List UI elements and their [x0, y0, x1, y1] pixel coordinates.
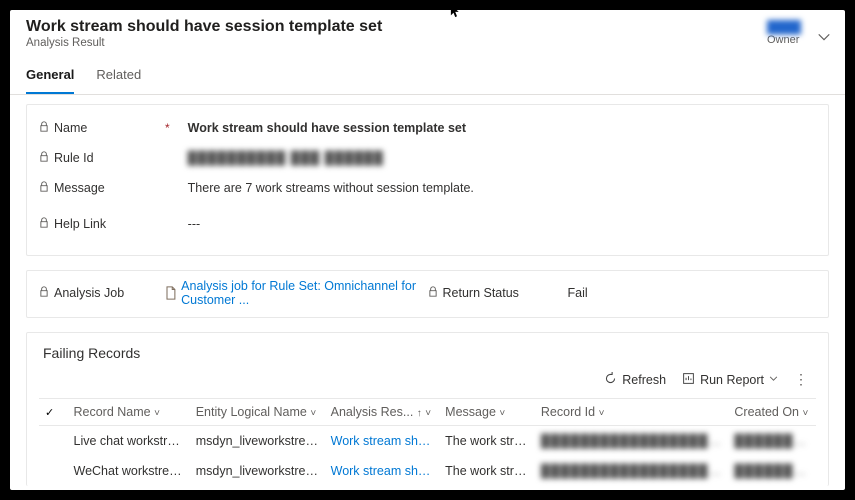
col-created-on[interactable]: Created On ˅	[728, 399, 816, 426]
failing-records-table: ✓ Record Name ˅ Entity Logical Name ˅ An…	[39, 398, 816, 486]
lock-icon	[39, 181, 49, 195]
page-title: Work stream should have session template…	[26, 18, 829, 36]
expand-chevron-icon[interactable]	[817, 30, 831, 47]
run-report-label: Run Report	[700, 373, 764, 387]
name-value: Work stream should have session template…	[188, 121, 816, 135]
owner-name-blurred: ████	[767, 20, 801, 34]
cell-record-name: WeChat workstream	[68, 456, 190, 486]
tab-bar: General Related	[26, 59, 829, 94]
lock-icon	[39, 121, 49, 135]
run-report-button[interactable]: Run Report	[682, 372, 778, 388]
refresh-icon	[604, 372, 617, 388]
cell-entity: msdyn_liveworkstream	[190, 456, 325, 486]
message-label: Message	[54, 181, 105, 195]
chevron-down-icon: ˅	[599, 408, 605, 419]
sort-asc-icon: ↑	[417, 408, 422, 419]
lock-icon	[39, 151, 49, 165]
chevron-down-icon: ˅	[310, 408, 316, 419]
col-entity[interactable]: Entity Logical Name ˅	[190, 399, 325, 426]
chevron-down-icon: ˅	[154, 408, 160, 419]
cell-record-name: Live chat workstream	[68, 426, 190, 457]
refresh-label: Refresh	[622, 373, 666, 387]
analysis-card: Analysis Job * Analysis job for Rule Set…	[26, 270, 829, 318]
ruleid-label: Rule Id	[54, 151, 94, 165]
cell-record-id-blurred: ███████████████████████	[535, 456, 728, 486]
message-value: There are 7 work streams without session…	[188, 181, 816, 195]
refresh-button[interactable]: Refresh	[604, 372, 666, 388]
chevron-down-icon: ˅	[499, 408, 505, 419]
cell-record-id-blurred: ███████████████████████	[535, 426, 728, 457]
name-label: Name	[54, 121, 87, 135]
tab-general[interactable]: General	[26, 59, 74, 94]
lock-icon	[39, 217, 49, 231]
cell-created-on-blurred: ██████████	[728, 456, 816, 486]
details-card: Name * Work stream should have session t…	[26, 104, 829, 256]
cell-analysis-res-link[interactable]: Work stream shoul	[325, 456, 440, 486]
cell-message: The work stream L...	[439, 426, 535, 457]
helplink-value: ---	[188, 217, 816, 231]
owner-field[interactable]: ████ Owner	[767, 20, 801, 46]
failing-records-card: Failing Records Refresh Run Report	[26, 332, 829, 486]
cell-message: The work stream ...	[439, 456, 535, 486]
tab-related[interactable]: Related	[96, 59, 141, 94]
col-message[interactable]: Message ˅	[439, 399, 535, 426]
chevron-down-icon: ˅	[802, 408, 808, 419]
report-icon	[682, 372, 695, 388]
col-analysis-result[interactable]: Analysis Res... ↑ ˅	[325, 399, 440, 426]
analysisjob-label: Analysis Job	[54, 286, 124, 300]
chevron-down-icon	[769, 374, 778, 386]
col-record-id[interactable]: Record Id ˅	[535, 399, 728, 426]
cell-created-on-blurred: ██████████	[728, 426, 816, 457]
lock-icon	[39, 286, 49, 300]
owner-label: Owner	[767, 34, 801, 46]
ruleid-value-blurred: ██████████ ███ ██████	[188, 151, 816, 165]
failing-records-title: Failing Records	[43, 345, 816, 361]
page-subtitle: Analysis Result	[26, 37, 829, 49]
chevron-down-icon: ˅	[425, 408, 431, 419]
table-row[interactable]: Live chat workstream msdyn_liveworkstrea…	[39, 426, 816, 457]
cell-entity: msdyn_liveworkstream	[190, 426, 325, 457]
lock-icon	[428, 286, 438, 300]
header: Work stream should have session template…	[10, 10, 845, 95]
cell-analysis-res-link[interactable]: Work stream shoul	[325, 426, 440, 457]
analysisjob-link[interactable]: Analysis job for Rule Set: Omnichannel f…	[181, 279, 427, 307]
table-row[interactable]: WeChat workstream msdyn_liveworkstream W…	[39, 456, 816, 486]
col-record-name[interactable]: Record Name ˅	[68, 399, 190, 426]
more-button[interactable]: ⋮	[794, 371, 808, 388]
returnstatus-label: Return Status	[443, 286, 519, 300]
required-indicator: *	[165, 121, 170, 135]
document-icon	[164, 286, 177, 300]
returnstatus-value: Fail	[568, 286, 817, 300]
mouse-cursor-icon	[450, 10, 464, 18]
helplink-label: Help Link	[54, 217, 106, 231]
select-all-checkbox[interactable]: ✓	[39, 399, 68, 426]
